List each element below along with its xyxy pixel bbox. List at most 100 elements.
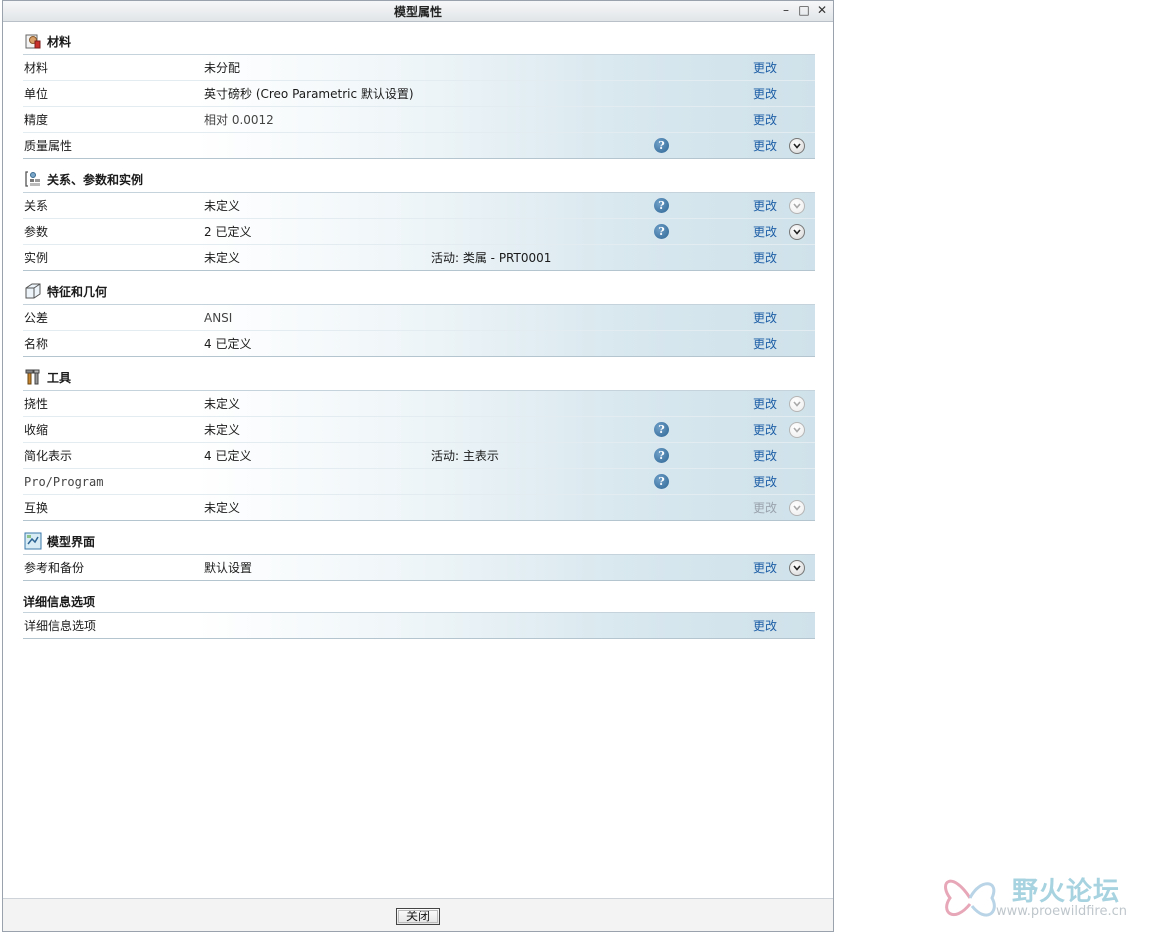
section-title: 关系、参数和实例 (47, 172, 144, 187)
property-value: 2 已定义 (204, 225, 252, 239)
property-label: 参考和备份 (24, 561, 85, 575)
section-rows-material: 材料 未分配 更改 单位 英寸磅秒 (Creo Parametric 默认设置)… (23, 54, 815, 159)
change-link: 更改 (753, 501, 778, 515)
change-link[interactable]: 更改 (753, 447, 777, 464)
property-label: 参数 (24, 225, 49, 239)
property-value: 4 已定义 (204, 449, 252, 463)
property-row-material: 材料 未分配 更改 (23, 55, 815, 81)
section-rows-relations: 关系 未定义 ? 更改 参数 2 已定义 ? 更改 实例 未定义 活动: 类属 … (23, 192, 815, 271)
property-value: 未定义 (204, 199, 241, 213)
property-label: 材料 (24, 61, 49, 75)
maximize-icon[interactable]: □ (797, 3, 811, 17)
butterfly-logo-icon (944, 879, 996, 917)
property-value: 英寸磅秒 (Creo Parametric 默认设置) (204, 87, 414, 101)
info-icon[interactable]: ? (654, 422, 669, 437)
property-row-pro-program: Pro/Program ? 更改 (23, 469, 815, 495)
section-rows-model-interface: 参考和备份 默认设置 更改 (23, 554, 815, 581)
relations-icon (23, 169, 43, 189)
property-label: 单位 (24, 87, 49, 101)
change-link[interactable]: 更改 (753, 223, 777, 240)
property-row-accuracy: 精度 相对 0.0012 更改 (23, 107, 815, 133)
property-row-simplified-rep: 简化表示 4 已定义 活动: 主表示 ? 更改 (23, 443, 815, 469)
section-header-detail-options: 详细信息选项 (23, 586, 815, 612)
property-row-units: 单位 英寸磅秒 (Creo Parametric 默认设置) 更改 (23, 81, 815, 107)
change-link[interactable]: 更改 (753, 197, 777, 214)
model-properties-window: 模型属性 – □ ✕ 材料 材料 未分配 更改 单位 英寸磅秒 (Creo Pa… (2, 0, 834, 932)
property-label: 互换 (24, 501, 49, 515)
info-icon[interactable]: ? (654, 448, 669, 463)
property-value: 4 已定义 (204, 337, 252, 351)
property-value: 未定义 (204, 501, 241, 515)
section-header-model-interface: 模型界面 (23, 528, 815, 554)
property-row-detail-options: 详细信息选项 更改 (23, 613, 815, 638)
chevron-down-icon[interactable] (789, 223, 805, 240)
property-row-parameters: 参数 2 已定义 ? 更改 (23, 219, 815, 245)
property-row-names: 名称 4 已定义 更改 (23, 331, 815, 356)
property-row-shrinkage: 收缩 未定义 ? 更改 (23, 417, 815, 443)
section-rows-features: 公差 ANSI 更改 名称 4 已定义 更改 (23, 304, 815, 357)
property-label: 质量属性 (24, 139, 73, 153)
property-row-interchange: 互换 未定义 更改 (23, 495, 815, 520)
property-label: 收缩 (24, 423, 49, 437)
property-value: 默认设置 (204, 561, 253, 575)
property-row-flexibility: 挠性 未定义 更改 (23, 391, 815, 417)
change-link[interactable]: 更改 (753, 335, 777, 352)
property-label: 挠性 (24, 397, 49, 411)
chevron-down-icon (789, 499, 805, 516)
watermark-url: www.proewildfire.cn (996, 904, 1127, 919)
info-icon[interactable]: ? (654, 474, 669, 489)
property-value: 未分配 (204, 61, 241, 75)
chevron-down-icon (789, 197, 805, 214)
features-icon (23, 281, 43, 301)
section-header-tools: 工具 (23, 364, 815, 390)
property-row-instances: 实例 未定义 活动: 类属 - PRT0001 更改 (23, 245, 815, 270)
close-button[interactable]: 关闭 (396, 908, 440, 925)
section-rows-tools: 挠性 未定义 更改 收缩 未定义 ? 更改 简化表示 4 已定义 活动: 主表示… (23, 390, 815, 521)
property-row-references: 参考和备份 默认设置 更改 (23, 555, 815, 580)
property-label: 精度 (24, 113, 49, 127)
section-title: 特征和几何 (47, 284, 108, 299)
material-icon (23, 31, 43, 51)
property-row-tolerance: 公差 ANSI 更改 (23, 305, 815, 331)
section-header-relations: 关系、参数和实例 (23, 166, 815, 192)
title-bar: 模型属性 – □ ✕ (3, 1, 833, 22)
change-link[interactable]: 更改 (753, 137, 777, 154)
watermark-title: 野火论坛 (1012, 877, 1121, 907)
change-link[interactable]: 更改 (753, 59, 777, 76)
chevron-down-icon (789, 395, 805, 412)
dialog-footer: 关闭 (3, 898, 833, 931)
window-title: 模型属性 (393, 5, 442, 19)
minimize-icon[interactable]: – (779, 3, 793, 17)
watermark: 野火论坛 www.proewildfire.cn (940, 866, 1150, 928)
section-title: 模型界面 (47, 534, 96, 549)
section-title: 工具 (47, 370, 72, 385)
change-link[interactable]: 更改 (753, 473, 777, 490)
model-interface-icon (23, 531, 43, 551)
change-link[interactable]: 更改 (753, 85, 777, 102)
change-link[interactable]: 更改 (753, 249, 777, 266)
section-header-material: 材料 (23, 28, 815, 54)
change-link[interactable]: 更改 (753, 617, 777, 634)
chevron-down-icon[interactable] (789, 559, 805, 576)
change-link[interactable]: 更改 (753, 395, 777, 412)
active-rep: 活动: 主表示 (431, 449, 499, 463)
close-icon[interactable]: ✕ (815, 3, 829, 17)
info-icon[interactable]: ? (654, 224, 669, 239)
property-value: 相对 0.0012 (204, 113, 274, 127)
section-title: 详细信息选项 (23, 594, 96, 609)
property-value: 未定义 (204, 251, 241, 265)
change-link[interactable]: 更改 (753, 309, 777, 326)
active-instance: 活动: 类属 - PRT0001 (431, 251, 552, 265)
property-label: 简化表示 (24, 449, 73, 463)
chevron-down-icon[interactable] (789, 137, 805, 154)
change-link[interactable]: 更改 (753, 111, 777, 128)
info-icon[interactable]: ? (654, 138, 669, 153)
change-link[interactable]: 更改 (753, 559, 777, 576)
change-link[interactable]: 更改 (753, 421, 777, 438)
properties-content: 材料 材料 未分配 更改 单位 英寸磅秒 (Creo Parametric 默认… (23, 28, 815, 639)
property-row-mass-properties: 质量属性 ? 更改 (23, 133, 815, 158)
section-header-features: 特征和几何 (23, 278, 815, 304)
property-label: 关系 (24, 199, 49, 213)
section-rows-detail-options: 详细信息选项 更改 (23, 612, 815, 639)
info-icon[interactable]: ? (654, 198, 669, 213)
